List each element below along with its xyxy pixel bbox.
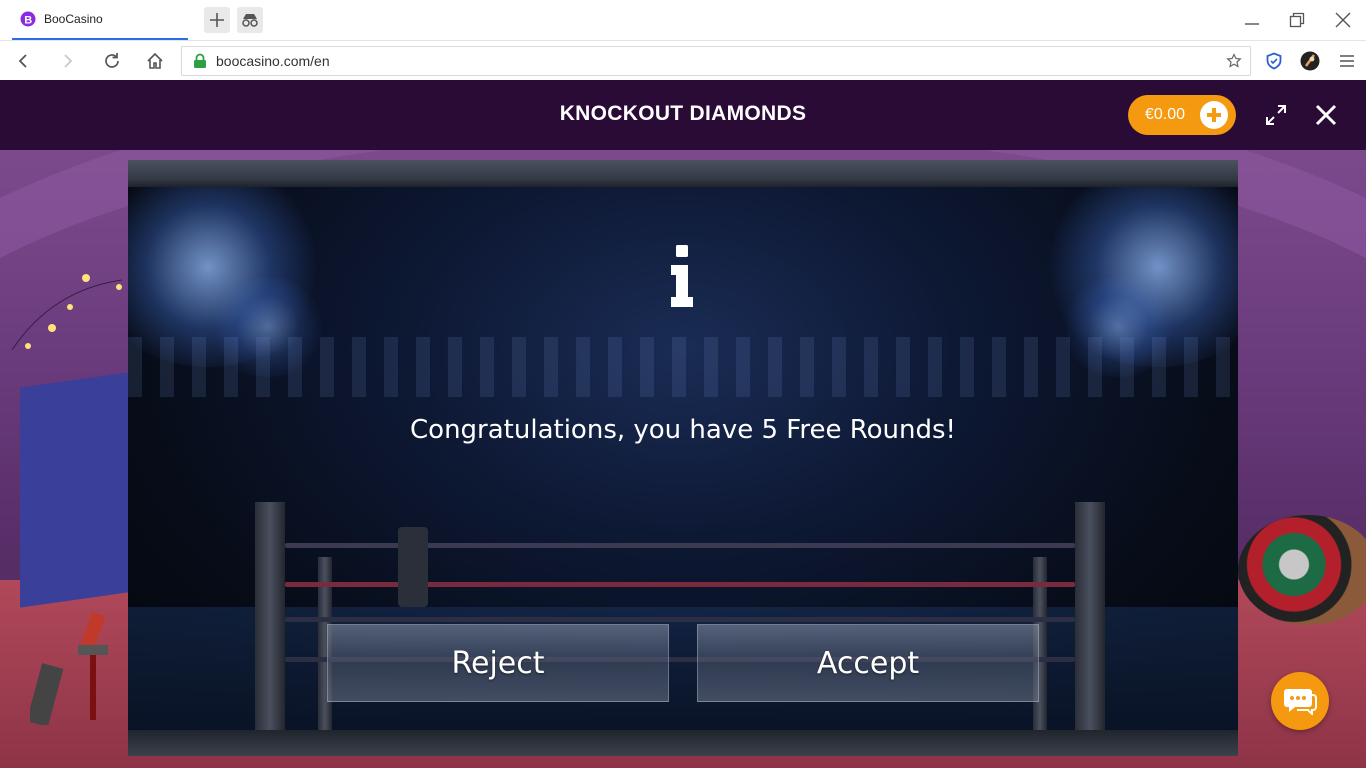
- frame-bottom-bar: [128, 730, 1238, 756]
- tab-boocasino[interactable]: B BooCasino: [12, 0, 188, 40]
- back-icon: [18, 54, 27, 68]
- minimize-icon: [1245, 23, 1259, 25]
- navigation-bar: boocasino.com/en: [0, 40, 1366, 80]
- frame-top-bar: [128, 160, 1238, 187]
- menu-icon: [1340, 55, 1354, 67]
- balance-pill[interactable]: €0.00: [1128, 95, 1236, 135]
- info-icon: [671, 245, 693, 307]
- plus-icon: [1207, 108, 1221, 122]
- background-tools-icon: [30, 611, 108, 725]
- address-bar[interactable]: boocasino.com/en: [181, 46, 1251, 76]
- background-string-lights: [12, 274, 122, 350]
- close-game-button[interactable]: [1311, 100, 1341, 130]
- close-window-button[interactable]: [1329, 6, 1357, 34]
- menu-button[interactable]: [1333, 47, 1361, 75]
- lock-icon: [194, 53, 206, 68]
- home-button[interactable]: [141, 47, 169, 75]
- close-game-icon: [1315, 104, 1337, 126]
- forward-button[interactable]: [54, 47, 82, 75]
- new-tab-button[interactable]: [204, 7, 230, 33]
- background-screen: [20, 372, 128, 608]
- restore-button[interactable]: [1283, 6, 1311, 34]
- url-text: boocasino.com/en: [216, 53, 330, 69]
- arena-stage: Congratulations, you have 5 Free Rounds!…: [128, 187, 1238, 730]
- ring-rope-lower: [285, 617, 1075, 622]
- chat-icon: [1284, 689, 1317, 715]
- background-roulette-wheel: [1238, 515, 1366, 625]
- minimize-button[interactable]: [1238, 6, 1266, 34]
- shield-icon: [1266, 52, 1282, 70]
- balance-amount: €0.00: [1145, 106, 1186, 123]
- shield-button[interactable]: [1260, 47, 1288, 75]
- game-header: KNOCKOUT DIAMONDS €0.00: [0, 80, 1366, 150]
- private-tab-button[interactable]: [237, 7, 263, 33]
- boocasino-favicon: B: [20, 11, 36, 27]
- accept-button[interactable]: Accept: [697, 624, 1039, 702]
- arena-floor: [128, 607, 1238, 730]
- free-rounds-message: Congratulations, you have 5 Free Rounds!: [410, 415, 956, 445]
- arena-crowd-lights: [128, 337, 1238, 397]
- fullscreen-icon: [1266, 105, 1286, 125]
- reload-button[interactable]: [98, 47, 126, 75]
- fullscreen-button[interactable]: [1261, 100, 1291, 130]
- bookmark-star-icon[interactable]: [1226, 53, 1242, 69]
- reject-button[interactable]: Reject: [327, 624, 669, 702]
- profile-button[interactable]: [1296, 47, 1324, 75]
- live-chat-button[interactable]: [1271, 672, 1329, 730]
- close-window-icon: [1335, 12, 1351, 28]
- back-button[interactable]: [9, 47, 37, 75]
- ring-towel: [398, 527, 428, 607]
- svg-text:B: B: [24, 14, 32, 26]
- game-frame: Congratulations, you have 5 Free Rounds!…: [128, 160, 1238, 756]
- reload-icon: [105, 53, 119, 68]
- new-tab-icon: [210, 13, 224, 27]
- ring-post-right: [1075, 502, 1105, 730]
- deposit-button[interactable]: [1200, 101, 1228, 129]
- tab-title: BooCasino: [44, 12, 103, 26]
- tab-bar: B BooCasino: [0, 0, 1366, 40]
- restore-icon: [1289, 12, 1305, 28]
- forward-icon: [64, 54, 73, 68]
- private-tab-icon: [242, 14, 258, 27]
- game-area: Congratulations, you have 5 Free Rounds!…: [0, 150, 1366, 768]
- profile-avatar: [1300, 51, 1320, 71]
- home-icon: [147, 52, 163, 69]
- ring-post-left: [255, 502, 285, 730]
